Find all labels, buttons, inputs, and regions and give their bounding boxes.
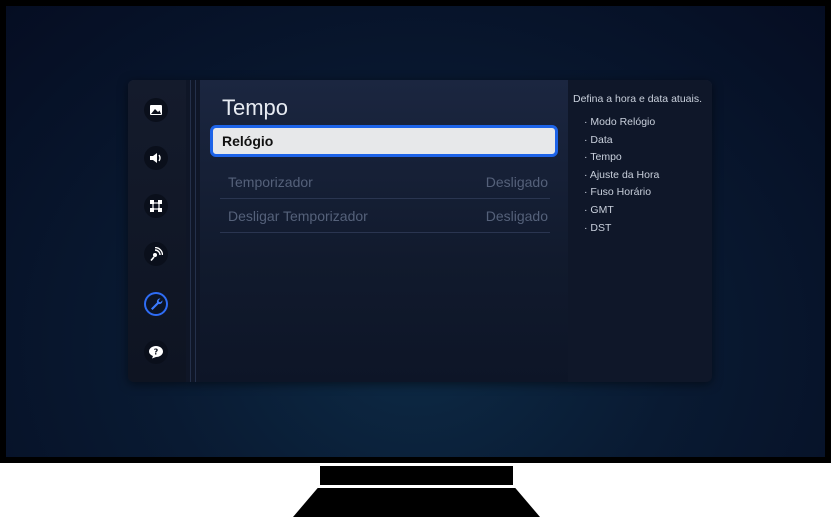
info-description: Defina a hora e data atuais. (573, 93, 703, 105)
tv-stand-base (293, 488, 540, 517)
info-list-item: DST (584, 220, 659, 238)
menu-item-value: Desligado (485, 174, 548, 190)
row-divider (220, 198, 550, 199)
info-list: Modo Relógio Data Tempo Ajuste da Hora F… (584, 114, 659, 237)
menu-item-temporizador[interactable]: Temporizador Desligado (210, 166, 558, 198)
menu-item-value: Desligado (485, 208, 548, 224)
sound-icon[interactable] (144, 146, 168, 170)
svg-text:?: ? (154, 348, 159, 357)
info-list-item: Tempo (584, 149, 659, 167)
settings-sidebar: ? (128, 80, 186, 382)
wrench-icon[interactable] (144, 292, 168, 316)
menu-item-relogio[interactable]: Relógio (210, 125, 558, 157)
tv-stand-neck (320, 466, 513, 485)
menu-item-label: Desligar Temporizador (228, 208, 368, 224)
tv-bezel: ? Tempo Relógio Temporizador Desligado D… (0, 0, 831, 463)
picture-icon[interactable] (144, 98, 168, 122)
broadcast-icon[interactable] (144, 242, 168, 266)
info-list-item: Modo Relógio (584, 114, 659, 132)
settings-panel: ? Tempo Relógio Temporizador Desligado D… (128, 80, 712, 382)
info-panel: Defina a hora e data atuais. Modo Relógi… (568, 80, 712, 382)
page-title: Tempo (222, 95, 289, 120)
row-divider (220, 232, 550, 233)
menu-item-label: Temporizador (228, 174, 313, 190)
connection-icon[interactable] (144, 194, 168, 218)
info-list-item: Fuso Horário (584, 184, 659, 202)
menu-item-desligar-temporizador[interactable]: Desligar Temporizador Desligado (210, 200, 558, 232)
info-list-item: Ajuste da Hora (584, 167, 659, 185)
support-icon[interactable]: ? (144, 340, 168, 364)
info-list-item: Data (584, 132, 659, 150)
sidebar-divider (186, 80, 200, 382)
info-list-item: GMT (584, 202, 659, 220)
tv-screen: ? Tempo Relógio Temporizador Desligado D… (6, 6, 825, 457)
menu-item-label: Relógio (222, 133, 274, 149)
